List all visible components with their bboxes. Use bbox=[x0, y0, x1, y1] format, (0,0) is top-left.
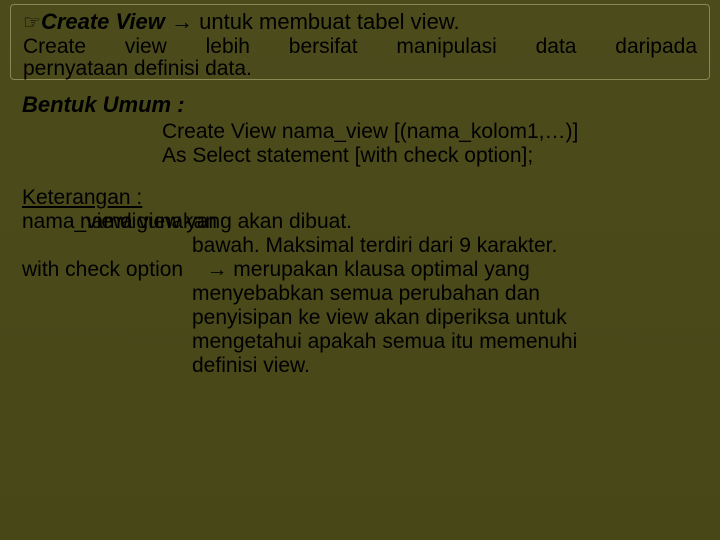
wco-first: merupakan klausa optimal yang bbox=[233, 258, 530, 281]
overlap-text-c: digunakan bbox=[120, 210, 217, 234]
keterangan-heading: Keterangan : bbox=[22, 186, 698, 210]
wco-rest2: penyisipan ke view akan diperiksa untuk bbox=[192, 306, 698, 330]
intro-line1: Create view lebih bersifat manipulasi da… bbox=[23, 36, 697, 58]
code-block: Create View nama_view [(nama_kolom1,…)] … bbox=[162, 120, 698, 168]
pointing-hand-icon: ☞ bbox=[23, 12, 41, 34]
title-name: Create View bbox=[41, 9, 165, 34]
wco-label: with check option bbox=[22, 258, 183, 281]
nama-view-desc2: bawah. Maksimal terdiri dari 9 karakter. bbox=[192, 234, 698, 258]
code-line-1: Create View nama_view [(nama_kolom1,…)] bbox=[162, 120, 698, 144]
code-line-2: As Select statement [with check option]; bbox=[162, 144, 698, 168]
wco-rest4: definisi view. bbox=[192, 354, 698, 378]
wco-rest3: mengetahui apakah semua itu memenuhi bbox=[192, 330, 698, 354]
slide: ☞Create View → untuk membuat tabel view.… bbox=[0, 0, 720, 540]
wco-line: with check option → merupakan klausa opt… bbox=[22, 258, 698, 282]
intro-line2: pernyataan definisi data. bbox=[23, 58, 697, 80]
nama-view-line: nama_view nama view yang akan dibuat. di… bbox=[22, 210, 698, 234]
section-heading: Bentuk Umum : bbox=[22, 92, 698, 118]
wco-rest1: menyebabkan semua perubahan dan bbox=[192, 282, 698, 306]
title-purpose: untuk membuat tabel view. bbox=[199, 9, 459, 34]
title-arrow: → bbox=[171, 9, 193, 34]
title-line: ☞Create View → untuk membuat tabel view. bbox=[23, 9, 697, 36]
wco-arrow: → bbox=[206, 258, 227, 281]
content-area: Bentuk Umum : Create View nama_view [(na… bbox=[22, 92, 698, 378]
title-box: ☞Create View → untuk membuat tabel view.… bbox=[10, 4, 710, 80]
